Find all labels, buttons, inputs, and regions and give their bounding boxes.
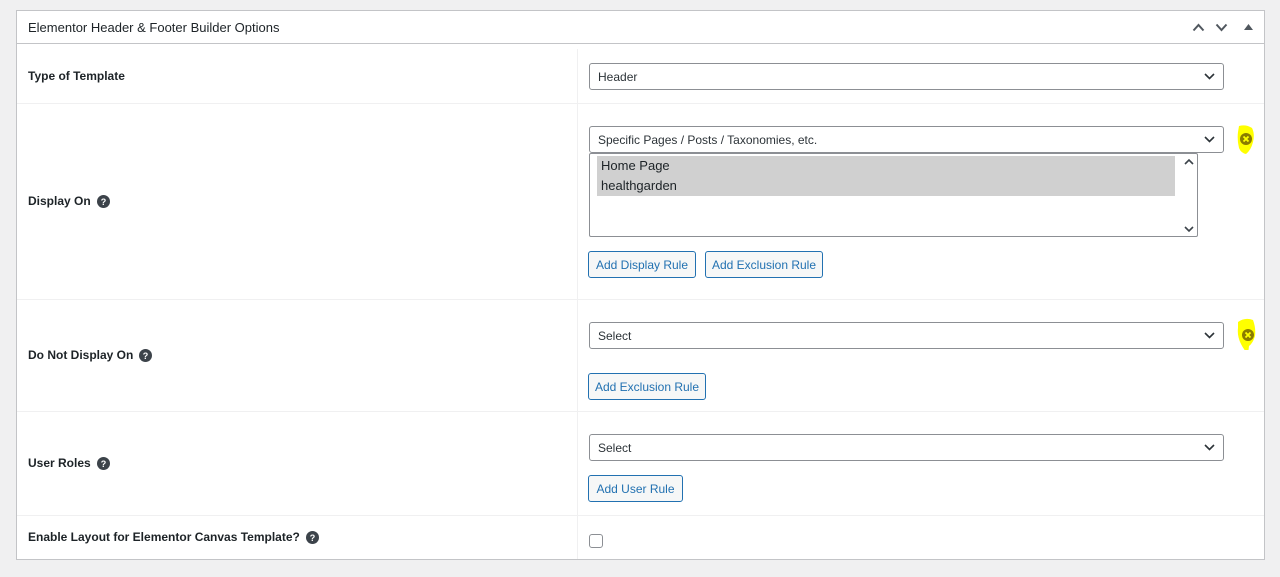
label-cell: Enable Layout for Elementor Canvas Templ… (17, 516, 578, 559)
chevron-down-icon (1204, 444, 1215, 451)
label-cell: Do Not Display On ? (17, 300, 578, 411)
metabox-title: Elementor Header & Footer Builder Option… (28, 20, 280, 35)
hfb-options-metabox: Elementor Header & Footer Builder Option… (16, 10, 1265, 560)
do-not-display-on-label-text: Do Not Display On (28, 348, 134, 362)
help-icon[interactable]: ? (96, 456, 110, 470)
display-on-label-text: Display On (28, 194, 91, 208)
label-cell: User Roles ? (17, 412, 578, 515)
type-of-template-label-text: Type of Template (28, 69, 125, 83)
scroll-down-icon[interactable] (1184, 225, 1194, 233)
move-down-button[interactable] (1210, 16, 1232, 38)
display-on-select[interactable]: Specific Pages / Posts / Taxonomies, etc… (589, 126, 1224, 153)
svg-text:?: ? (100, 459, 106, 469)
user-roles-label-text: User Roles (28, 456, 91, 470)
label-cell: Display On ? (17, 104, 578, 299)
toggle-panel-button[interactable] (1237, 16, 1259, 38)
list-item[interactable]: Home Page (597, 156, 1175, 176)
chevron-down-icon (1204, 136, 1215, 143)
list-item[interactable]: healthgarden (597, 176, 1175, 196)
canvas-template-checkbox[interactable] (589, 534, 603, 548)
canvas-template-label: Enable Layout for Elementor Canvas Templ… (28, 530, 319, 544)
chevron-down-icon (1215, 23, 1227, 31)
row-do-not-display-on: Do Not Display On ? Select Add Exclusion… (17, 300, 1264, 412)
chevron-up-icon (1192, 23, 1204, 31)
svg-text:?: ? (310, 533, 316, 543)
scroll-up-icon[interactable] (1184, 158, 1194, 166)
user-roles-label: User Roles ? (28, 456, 110, 470)
user-roles-select[interactable]: Select (589, 434, 1224, 461)
chevron-down-icon (1204, 332, 1215, 339)
remove-rule-icon[interactable] (1229, 122, 1263, 156)
type-of-template-select[interactable]: Header (589, 63, 1224, 90)
help-icon[interactable]: ? (305, 530, 319, 544)
metabox-header: Elementor Header & Footer Builder Option… (17, 11, 1264, 44)
select-value: Specific Pages / Posts / Taxonomies, etc… (598, 132, 818, 147)
add-display-rule-button[interactable]: Add Display Rule (588, 251, 696, 278)
row-user-roles: User Roles ? Select Add User Rule (17, 412, 1264, 516)
select-value: Select (598, 328, 632, 343)
display-on-label: Display On ? (28, 194, 110, 208)
triangle-up-icon (1243, 24, 1253, 30)
add-user-rule-button[interactable]: Add User Rule (588, 475, 683, 502)
row-type-of-template: Type of Template Header (17, 49, 1264, 104)
do-not-display-on-label: Do Not Display On ? (28, 348, 153, 362)
chevron-down-icon (1204, 73, 1215, 80)
label-cell: Type of Template (17, 49, 578, 103)
svg-text:?: ? (143, 351, 149, 361)
remove-rule-icon[interactable] (1229, 316, 1263, 350)
row-display-on: Display On ? Specific Pages / Posts / Ta… (17, 104, 1264, 300)
select-value: Select (598, 440, 632, 455)
add-exclusion-rule-button[interactable]: Add Exclusion Rule (588, 373, 706, 400)
do-not-display-on-select[interactable]: Select (589, 322, 1224, 349)
svg-text:?: ? (100, 197, 106, 207)
help-icon[interactable]: ? (139, 348, 153, 362)
add-exclusion-rule-button[interactable]: Add Exclusion Rule (705, 251, 823, 278)
type-of-template-label: Type of Template (28, 69, 125, 83)
row-canvas-template: Enable Layout for Elementor Canvas Templ… (17, 516, 1264, 559)
move-up-button[interactable] (1187, 16, 1209, 38)
canvas-template-label-text: Enable Layout for Elementor Canvas Templ… (28, 530, 300, 544)
help-icon[interactable]: ? (96, 194, 110, 208)
select-value: Header (598, 69, 638, 84)
display-on-selected-list[interactable]: Home Page healthgarden (589, 153, 1198, 237)
